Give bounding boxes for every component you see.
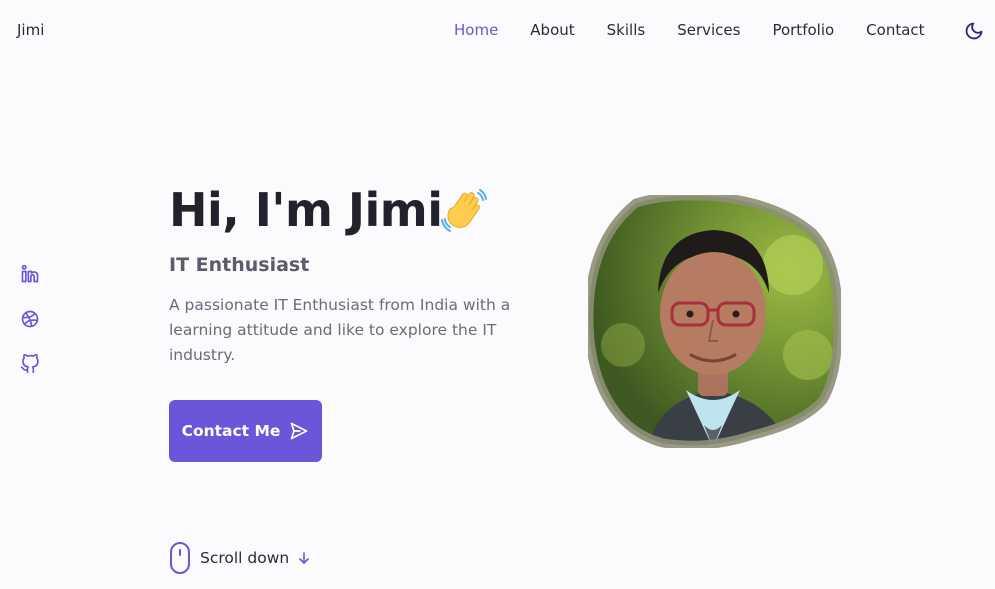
- nav-about[interactable]: About: [530, 21, 574, 39]
- nav-skills[interactable]: Skills: [607, 21, 646, 39]
- logo[interactable]: Jimi: [17, 21, 44, 39]
- profile-photo: [584, 191, 843, 450]
- social-links: [20, 264, 42, 399]
- scroll-down-link[interactable]: Scroll down: [169, 541, 311, 575]
- main-nav: Home About Skills Services Portfolio Con…: [454, 21, 925, 39]
- contact-me-label: Contact Me: [181, 422, 281, 440]
- nav-contact[interactable]: Contact: [866, 21, 924, 39]
- linkedin-icon[interactable]: [20, 264, 40, 284]
- hero-subtitle: IT Enthusiast: [169, 254, 310, 276]
- nav-services[interactable]: Services: [677, 21, 740, 39]
- mouse-icon: [170, 542, 190, 574]
- header: Jimi Home About Skills Services Portfoli…: [0, 0, 995, 62]
- waving-hand-icon: [440, 187, 488, 235]
- nav-home[interactable]: Home: [454, 21, 498, 39]
- contact-me-button[interactable]: Contact Me: [169, 400, 322, 462]
- moon-icon[interactable]: [964, 21, 984, 41]
- nav-portfolio[interactable]: Portfolio: [772, 21, 834, 39]
- hero-description: A passionate IT Enthusiast from India wi…: [169, 296, 511, 364]
- hero-title: Hi, I'm Jimi: [169, 183, 443, 237]
- github-icon[interactable]: [20, 353, 40, 374]
- arrow-down-icon: [299, 552, 310, 564]
- dribbble-icon[interactable]: [20, 309, 40, 329]
- scroll-down-label: Scroll down: [200, 549, 290, 567]
- send-icon: [291, 422, 308, 440]
